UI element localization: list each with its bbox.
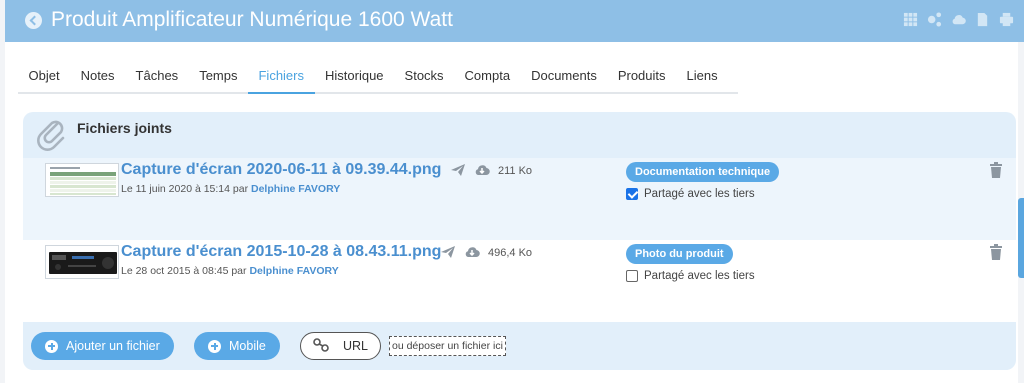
cloud-download-icon[interactable] bbox=[464, 245, 482, 261]
url-button[interactable]: URL bbox=[300, 332, 381, 360]
file-date: Le 28 oct 2015 à 08:45 par bbox=[121, 265, 250, 277]
trash-icon[interactable] bbox=[989, 244, 1003, 260]
file-row: Capture d'écran 2020-06-11 à 09.39.44.pn… bbox=[23, 158, 1016, 240]
tab-produits[interactable]: Produits bbox=[607, 64, 676, 94]
file-size: 211 Ko bbox=[498, 165, 533, 177]
send-icon[interactable] bbox=[450, 163, 468, 179]
title-bar: Produit Amplificateur Numérique 1600 Wat… bbox=[5, 0, 1024, 42]
share-checkbox[interactable] bbox=[626, 270, 638, 282]
cloud-download-icon[interactable] bbox=[950, 11, 966, 27]
url-label: URL bbox=[343, 339, 369, 353]
add-file-button[interactable]: Ajouter un fichier bbox=[31, 332, 174, 360]
scrollbar-thumb[interactable] bbox=[1018, 198, 1024, 278]
document-icon[interactable] bbox=[974, 11, 990, 27]
paperclip-icon bbox=[37, 118, 67, 152]
grid-icon[interactable] bbox=[902, 11, 918, 27]
cloud-download-icon[interactable] bbox=[474, 163, 492, 179]
plus-circle-icon bbox=[208, 339, 221, 353]
share-label: Partagé avec les tiers bbox=[644, 270, 755, 282]
file-meta: Le 28 oct 2015 à 08:45 par Delphine FAVO… bbox=[121, 265, 339, 277]
share-label: Partagé avec les tiers bbox=[644, 188, 755, 200]
tab-fichiers[interactable]: Fichiers bbox=[247, 64, 315, 94]
file-thumbnail[interactable] bbox=[45, 245, 119, 279]
attachments-title: Fichiers joints bbox=[77, 120, 172, 136]
tab-taches[interactable]: Tâches bbox=[125, 64, 189, 94]
mobile-label: Mobile bbox=[229, 339, 266, 353]
share-checkbox-row[interactable]: Partagé avec les tiers bbox=[626, 188, 755, 200]
file-name-link[interactable]: Capture d'écran 2015-10-28 à 08.43.11.pn… bbox=[121, 243, 441, 261]
tab-temps[interactable]: Temps bbox=[189, 64, 248, 94]
tab-documents[interactable]: Documents bbox=[521, 64, 608, 94]
print-icon[interactable] bbox=[998, 11, 1014, 27]
tab-historique[interactable]: Historique bbox=[315, 64, 395, 94]
file-drop-zone[interactable]: ou déposer un fichier ici bbox=[389, 336, 506, 356]
file-row: Capture d'écran 2015-10-28 à 08.43.11.pn… bbox=[23, 240, 1016, 322]
file-thumbnail[interactable] bbox=[45, 163, 119, 197]
link-icon bbox=[313, 337, 329, 355]
send-icon[interactable] bbox=[440, 245, 458, 261]
tab-liens[interactable]: Liens bbox=[676, 64, 728, 94]
share-network-icon[interactable] bbox=[926, 11, 942, 27]
tab-objet[interactable]: Objet bbox=[18, 64, 70, 94]
tab-notes[interactable]: Notes bbox=[70, 64, 125, 94]
category-badge[interactable]: Photo du produit bbox=[626, 244, 733, 264]
attachments-panel: Fichiers joints Capture d'écran 2020-06-… bbox=[23, 112, 1016, 370]
trash-icon[interactable] bbox=[989, 162, 1003, 178]
file-author-link[interactable]: Delphine FAVORY bbox=[251, 183, 340, 195]
file-author-link[interactable]: Delphine FAVORY bbox=[249, 265, 338, 277]
tab-compta[interactable]: Compta bbox=[454, 64, 521, 94]
back-icon[interactable] bbox=[25, 12, 42, 29]
attachments-actions: Ajouter un fichier Mobile URL bbox=[23, 322, 1016, 370]
plus-circle-icon bbox=[45, 339, 58, 353]
file-date: Le 11 juin 2020 à 15:14 par bbox=[121, 183, 251, 195]
file-size: 496,4 Ko bbox=[488, 247, 533, 259]
share-checkbox-row[interactable]: Partagé avec les tiers bbox=[626, 270, 755, 282]
attachments-header: Fichiers joints bbox=[23, 112, 1016, 158]
file-name-link[interactable]: Capture d'écran 2020-06-11 à 09.39.44.pn… bbox=[121, 161, 441, 179]
mobile-button[interactable]: Mobile bbox=[194, 332, 280, 360]
header-toolbar bbox=[902, 11, 1014, 27]
file-meta: Le 11 juin 2020 à 15:14 par Delphine FAV… bbox=[121, 183, 340, 195]
tab-stocks[interactable]: Stocks bbox=[394, 64, 454, 94]
share-checkbox[interactable] bbox=[626, 188, 638, 200]
category-badge[interactable]: Documentation technique bbox=[626, 162, 780, 182]
page-title: Produit Amplificateur Numérique 1600 Wat… bbox=[51, 8, 453, 31]
tab-bar: Objet Notes Tâches Temps Fichiers Histor… bbox=[18, 64, 738, 94]
add-file-label: Ajouter un fichier bbox=[66, 339, 160, 353]
